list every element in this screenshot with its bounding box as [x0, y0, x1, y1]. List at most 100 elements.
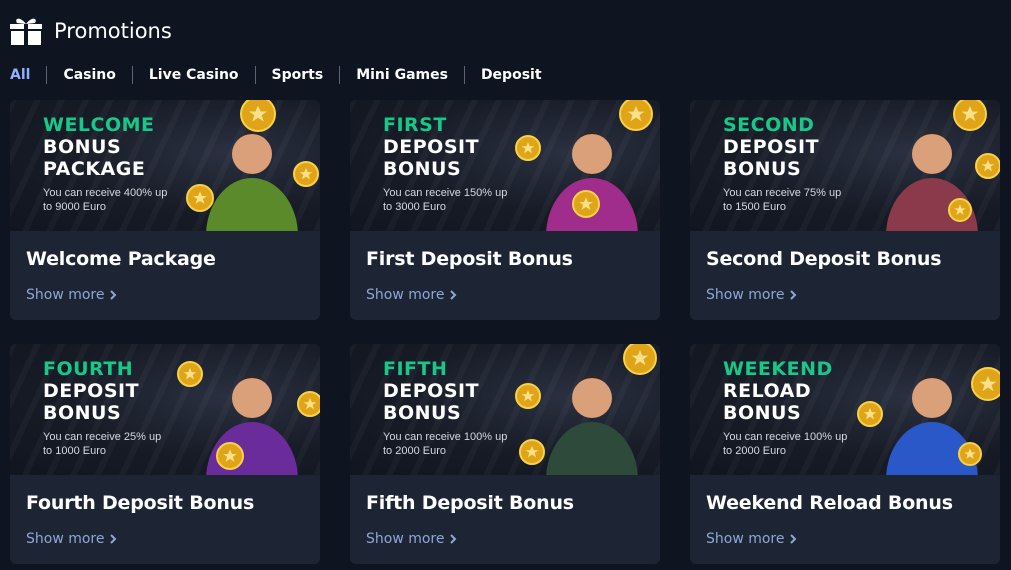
banner-text: FIFTH DEPOSIT BONUS You can receive 100%…: [383, 358, 513, 458]
coin-icon: [186, 184, 214, 212]
show-more-label: Show more: [706, 287, 785, 303]
banner-heading-line3: BONUS: [723, 158, 802, 180]
coin-icon: [519, 439, 545, 465]
promo-title: Weekend Reload Bonus: [706, 492, 953, 514]
banner-heading-line2: RELOAD: [723, 380, 812, 402]
promo-banner: WEEKEND RELOAD BONUS You can receive 100…: [690, 344, 1000, 475]
show-more-label: Show more: [366, 287, 445, 303]
promo-card[interactable]: SECOND DEPOSIT BONUS You can receive 75%…: [690, 100, 1000, 320]
character-illustration: [515, 344, 657, 475]
banner-offer-text: You can receive 25% up to 1000 Euro: [43, 431, 162, 457]
show-more-label: Show more: [366, 531, 445, 547]
character-head: [572, 378, 612, 418]
promo-card[interactable]: FOURTH DEPOSIT BONUS You can receive 25%…: [10, 344, 320, 564]
promo-card[interactable]: FIRST DEPOSIT BONUS You can receive 150%…: [350, 100, 660, 320]
banner-text: FOURTH DEPOSIT BONUS You can receive 25%…: [43, 358, 173, 458]
coin-icon: [623, 344, 657, 375]
coin-icon: [857, 401, 883, 427]
coin-icon: [515, 383, 541, 409]
page-title: Promotions: [54, 19, 172, 43]
show-more-link[interactable]: Show more: [366, 531, 660, 547]
character-head: [232, 378, 272, 418]
show-more-link[interactable]: Show more: [706, 287, 1000, 303]
show-more-link[interactable]: Show more: [706, 531, 1000, 547]
coin-icon: [572, 190, 600, 218]
character-head: [232, 134, 272, 174]
banner-text: SECOND DEPOSIT BONUS You can receive 75%…: [723, 114, 853, 214]
promo-title: Second Deposit Bonus: [706, 248, 942, 270]
character-head: [912, 134, 952, 174]
gift-icon: [10, 18, 42, 45]
banner-heading-line3: BONUS: [723, 402, 802, 424]
coin-icon: [619, 100, 653, 131]
show-more-label: Show more: [26, 287, 105, 303]
tab-deposit[interactable]: Deposit: [481, 67, 542, 83]
chevron-right-icon: [449, 534, 456, 544]
banner-heading-line3: BONUS: [383, 402, 462, 424]
banner-offer-text: You can receive 100% up to 2000 Euro: [383, 431, 508, 457]
promotions-grid: WELCOME BONUS PACKAGE You can receive 40…: [10, 100, 1000, 564]
banner-heading-line2: DEPOSIT: [43, 380, 140, 402]
coin-icon: [948, 198, 972, 222]
banner-heading-line1: FIFTH: [383, 358, 448, 380]
banner-heading-line2: DEPOSIT: [723, 136, 820, 158]
banner-offer-text: You can receive 150% up to 3000 Euro: [383, 187, 508, 213]
tab-divider: [254, 66, 256, 84]
banner-offer-text: You can receive 100% up to 2000 Euro: [723, 431, 848, 457]
tab-casino[interactable]: Casino: [63, 67, 115, 83]
show-more-label: Show more: [706, 531, 785, 547]
promo-banner: WELCOME BONUS PACKAGE You can receive 40…: [10, 100, 320, 231]
promo-card[interactable]: FIFTH DEPOSIT BONUS You can receive 100%…: [350, 344, 660, 564]
category-tabs: All Casino Live Casino Sports Mini Games…: [10, 63, 542, 87]
character-head: [572, 134, 612, 174]
show-more-link[interactable]: Show more: [366, 287, 660, 303]
character-body: [546, 422, 638, 475]
promo-title: Fourth Deposit Bonus: [26, 492, 255, 514]
coin-icon: [240, 100, 276, 132]
coin-icon: [515, 135, 541, 161]
coin-icon: [293, 161, 319, 187]
tab-sports[interactable]: Sports: [272, 67, 324, 83]
banner-heading-line2: BONUS: [43, 136, 122, 158]
show-more-link[interactable]: Show more: [26, 531, 320, 547]
coin-icon: [216, 442, 244, 470]
character-illustration: [177, 361, 320, 475]
banner-heading-line1: FOURTH: [43, 358, 134, 380]
promo-title: Welcome Package: [26, 248, 216, 270]
banner-text: WEEKEND RELOAD BONUS You can receive 100…: [723, 358, 853, 458]
chevron-right-icon: [109, 290, 116, 300]
promo-card[interactable]: WELCOME BONUS PACKAGE You can receive 40…: [10, 100, 320, 320]
banner-heading-line3: BONUS: [43, 402, 122, 424]
coin-icon: [958, 442, 982, 466]
character-illustration: [886, 100, 1000, 231]
character-illustration: [186, 100, 319, 231]
tab-live-casino[interactable]: Live Casino: [149, 67, 239, 83]
chevron-right-icon: [789, 290, 796, 300]
promo-banner: FIFTH DEPOSIT BONUS You can receive 100%…: [350, 344, 660, 475]
promo-title: First Deposit Bonus: [366, 248, 573, 270]
banner-heading-line1: WEEKEND: [723, 358, 833, 380]
coin-icon: [971, 367, 1000, 401]
promo-banner: FIRST DEPOSIT BONUS You can receive 150%…: [350, 100, 660, 231]
coin-icon: [297, 391, 320, 417]
banner-heading-line2: DEPOSIT: [383, 380, 480, 402]
show-more-link[interactable]: Show more: [26, 287, 320, 303]
tab-divider: [463, 66, 465, 84]
tab-mini-games[interactable]: Mini Games: [356, 67, 448, 83]
chevron-right-icon: [109, 534, 116, 544]
banner-heading-line1: FIRST: [383, 114, 447, 136]
promo-title: Fifth Deposit Bonus: [366, 492, 574, 514]
coin-icon: [177, 361, 203, 387]
tab-divider: [339, 66, 341, 84]
promo-banner: SECOND DEPOSIT BONUS You can receive 75%…: [690, 100, 1000, 231]
banner-heading-line1: WELCOME: [43, 114, 155, 136]
tab-all[interactable]: All: [10, 67, 30, 83]
banner-heading-line3: BONUS: [383, 158, 462, 180]
banner-heading-line3: PACKAGE: [43, 158, 146, 180]
promo-card[interactable]: WEEKEND RELOAD BONUS You can receive 100…: [690, 344, 1000, 564]
character-body: [206, 178, 298, 231]
tab-divider: [131, 66, 133, 84]
promo-banner: FOURTH DEPOSIT BONUS You can receive 25%…: [10, 344, 320, 475]
banner-heading-line1: SECOND: [723, 114, 815, 136]
character-head: [912, 378, 952, 418]
